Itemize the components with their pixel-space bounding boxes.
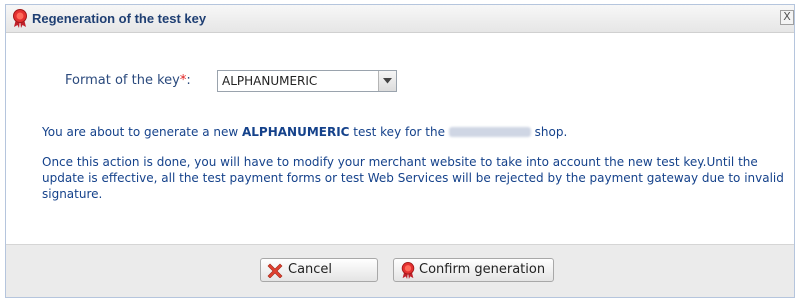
generate-notice: You are about to generate a new ALPHANUM… xyxy=(42,125,568,139)
cancel-label: Cancel xyxy=(288,262,333,277)
ribbon-icon xyxy=(400,262,416,279)
key-format-select[interactable]: ALPHANUMERIC xyxy=(217,70,397,92)
dialog-body: Format of the key*: ALPHANUMERIC You are… xyxy=(6,33,794,246)
cancel-button[interactable]: Cancel xyxy=(260,258,378,282)
key-format-label: Format of the key*: xyxy=(65,73,191,88)
confirm-label: Confirm generation xyxy=(419,262,546,277)
dialog-title: Regeneration of the test key xyxy=(32,11,207,26)
redacted-shop-name xyxy=(448,127,531,137)
confirm-generation-button[interactable]: Confirm generation xyxy=(393,258,554,282)
chevron-down-icon xyxy=(383,78,392,84)
dialog-footer: Cancel Confirm generation xyxy=(6,244,794,297)
key-format-value: ALPHANUMERIC xyxy=(222,74,318,88)
key-format-highlight: ALPHANUMERIC xyxy=(241,125,350,139)
close-icon: X xyxy=(783,10,791,23)
close-button[interactable]: X xyxy=(780,10,794,25)
ribbon-icon xyxy=(12,9,28,28)
warning-paragraph: Once this action is done, you will have … xyxy=(42,155,784,201)
regenerate-key-dialog: Regeneration of the test key X Format of… xyxy=(5,4,795,298)
dialog-titlebar[interactable]: Regeneration of the test key X xyxy=(6,5,794,33)
cross-icon xyxy=(267,262,283,279)
dropdown-toggle[interactable] xyxy=(378,71,396,91)
